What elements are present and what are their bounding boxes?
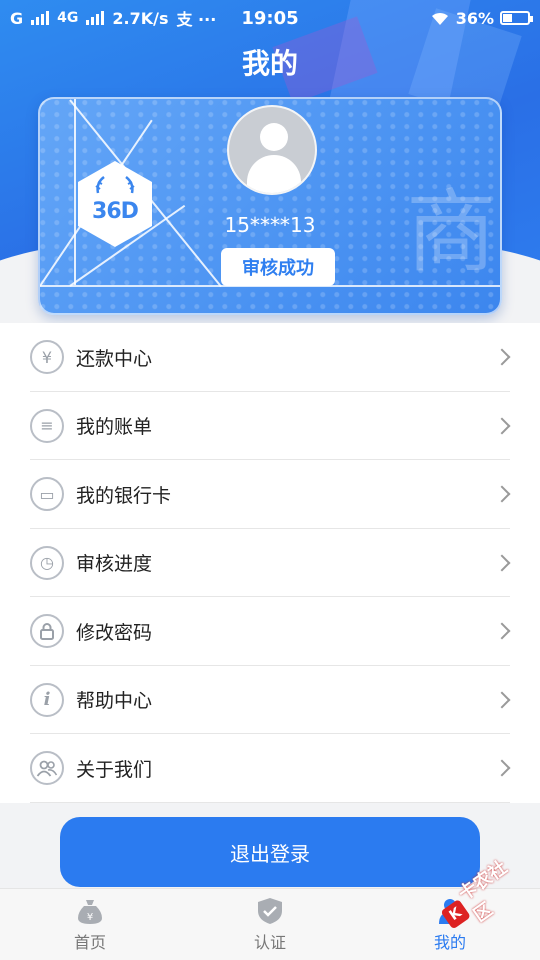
avatar[interactable] [227,105,317,195]
signal-icon [86,11,105,25]
menu-item-label: 审核进度 [76,553,153,576]
profile-card: 36D 商 15****13 审核成功 [38,97,502,315]
battery-percent: 36% [455,8,494,28]
menu-item-change-password[interactable]: 修改密码 [0,597,540,666]
menu-item-bank-card[interactable]: ▭ 我的银行卡 [0,460,540,529]
menu-item-label: 我的银行卡 [76,484,172,507]
info-icon: i [30,682,64,717]
network-label: 4G [57,10,79,26]
status-bar: G 4G 2.7K/s 支 ··· 19:05 36% [0,0,540,36]
tab-label: 认证 [253,932,286,952]
menu-item-label: 我的账单 [76,416,153,439]
battery-icon [500,11,533,25]
chevron-right-icon [493,348,511,366]
user-phone: 15****13 [224,213,316,237]
logout-button[interactable]: 退出登录 [60,817,480,887]
chevron-right-icon [493,691,511,709]
signal-icon [31,11,50,25]
network-speed: 2.7K/s [112,8,169,28]
menu-item-help[interactable]: i 帮助中心 [0,666,540,735]
progress-icon: ◷ [30,545,64,580]
wifi-icon [431,12,448,25]
menu-item-bills[interactable]: ≡ 我的账单 [0,392,540,461]
status-badge: 审核成功 [221,248,335,286]
page-title: 我的 [241,47,298,80]
menu-list: ¥ 还款中心 ≡ 我的账单 ▭ 我的银行卡 ◷ 审核进度 修改密码 i 帮助中心… [0,323,540,803]
tab-verify[interactable]: 认证 [180,889,360,960]
chevron-right-icon [493,622,511,640]
lock-icon [30,614,64,649]
menu-item-label: 修改密码 [76,621,153,644]
carrier-label: G [10,8,24,28]
money-bag-icon: ¥ [76,897,104,925]
shield-check-icon [256,897,284,925]
chevron-right-icon [493,759,511,777]
bill-icon: ≡ [30,408,64,443]
menu-item-label: 还款中心 [76,347,153,370]
notification-icons: 支 ··· [176,10,217,29]
menu-item-label: 关于我们 [76,758,153,781]
chevron-right-icon [493,417,511,435]
chevron-right-icon [493,485,511,503]
chevron-right-icon [493,554,511,572]
tab-home[interactable]: ¥ 首页 [0,889,180,960]
users-icon [30,751,64,786]
svg-text:¥: ¥ [87,912,93,923]
menu-item-label: 帮助中心 [76,690,153,713]
menu-item-review-progress[interactable]: ◷ 审核进度 [0,529,540,598]
menu-item-about[interactable]: 关于我们 [0,734,540,803]
repay-icon: ¥ [30,340,64,375]
tab-label: 首页 [73,932,106,952]
menu-item-repayment[interactable]: ¥ 还款中心 [0,323,540,392]
bank-card-icon: ▭ [30,477,64,512]
